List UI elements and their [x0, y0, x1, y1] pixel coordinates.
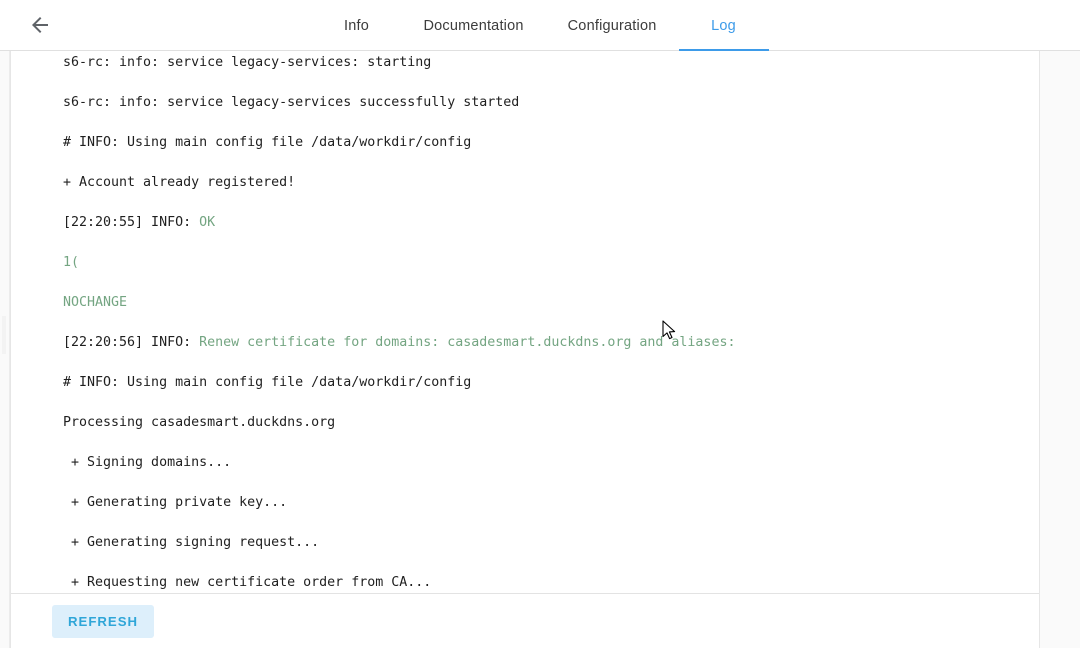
arrow-left-icon — [28, 13, 52, 37]
tab-configuration-label: Configuration — [567, 17, 657, 34]
tab-info-label: Info — [344, 17, 369, 34]
log-card: s6-rc: info: service legacy-services: st… — [10, 51, 1040, 648]
addon-log-page: Info Documentation Configuration Log s6-… — [0, 0, 1080, 648]
refresh-button[interactable]: REFRESH — [52, 604, 155, 638]
tab-bar: Info Documentation Configuration Log — [0, 0, 1080, 51]
tab-info[interactable]: Info — [312, 0, 402, 51]
log-line: 1( — [63, 253, 735, 273]
back-button[interactable] — [16, 1, 64, 49]
log-line: Processing casadesmart.duckdns.org — [63, 415, 336, 430]
log-line: + Requesting new certificate order from … — [63, 575, 432, 590]
log-line: s6-rc: info: service legacy-services suc… — [63, 95, 520, 110]
log-actions-bar: REFRESH — [11, 593, 1039, 648]
log-line: + Signing domains... — [63, 455, 232, 470]
log-viewport[interactable]: s6-rc: info: service legacy-services: st… — [11, 51, 1039, 593]
log-line: + Account already registered! — [63, 175, 296, 190]
log-line: s6-rc: info: service legacy-services: st… — [63, 55, 432, 70]
tab-configuration[interactable]: Configuration — [546, 0, 679, 51]
log-text-success: Renew certificate for domains: casadesma… — [199, 335, 736, 350]
log-output: s6-rc: info: service legacy-services: st… — [11, 51, 749, 593]
log-line: NOCHANGE — [63, 293, 735, 313]
log-text-success: OK — [199, 215, 216, 230]
log-text-plain: [22:20:56] INFO: — [63, 335, 200, 350]
tab-documentation-label: Documentation — [423, 17, 524, 34]
scroll-indicator[interactable] — [2, 316, 6, 354]
right-gutter — [1041, 51, 1080, 648]
log-text-success: 1( — [63, 255, 80, 270]
tab-log[interactable]: Log — [678, 0, 769, 51]
log-line: [22:20:55] INFO: OK — [63, 213, 735, 233]
log-line: # INFO: Using main config file /data/wor… — [63, 135, 472, 150]
tab-documentation[interactable]: Documentation — [402, 0, 546, 51]
log-line: + Generating private key... — [63, 495, 288, 510]
log-text-success: NOCHANGE — [63, 295, 128, 310]
app-bar: Info Documentation Configuration Log — [0, 0, 1080, 51]
log-line: # INFO: Using main config file /data/wor… — [63, 375, 472, 390]
tab-log-label: Log — [711, 17, 736, 34]
log-line: [22:20:56] INFO: Renew certificate for d… — [63, 333, 735, 353]
log-text-plain: [22:20:55] INFO: — [63, 215, 200, 230]
log-line: + Generating signing request... — [63, 535, 320, 550]
left-gutter — [0, 51, 10, 648]
